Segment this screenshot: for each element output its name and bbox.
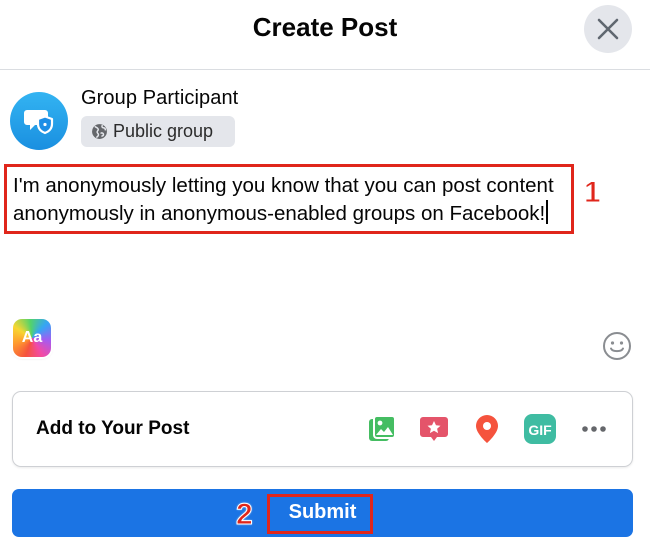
gif-icon: GIF (524, 414, 556, 444)
annotation-highlight-submit (267, 494, 373, 534)
gif-button[interactable]: GIF (523, 412, 557, 446)
add-to-post-panel: Add to Your Post GIF (12, 391, 633, 467)
photo-video-icon (369, 415, 396, 441)
tag-star-button[interactable] (417, 412, 451, 446)
gif-label: GIF (528, 422, 552, 438)
annotation-step-2: 2 (236, 498, 254, 532)
globe-icon (92, 124, 107, 139)
background-style-label: Aa (21, 329, 43, 346)
privacy-label: Public group (113, 121, 214, 141)
tag-star-icon (420, 417, 448, 441)
close-icon (597, 18, 619, 40)
close-button[interactable] (584, 5, 632, 53)
dialog-header: Create Post (0, 0, 650, 70)
location-button[interactable] (470, 412, 504, 446)
annotation-highlight-text (4, 164, 574, 234)
avatar (10, 92, 68, 150)
more-icon (582, 426, 606, 432)
photo-video-button[interactable] (365, 412, 399, 446)
page-title: Create Post (252, 12, 398, 42)
background-style-button[interactable]: Aa (13, 319, 51, 357)
author-name: Group Participant (81, 87, 239, 109)
add-to-post-label: Add to Your Post (36, 418, 190, 439)
location-pin-icon (476, 415, 498, 443)
emoji-icon[interactable] (602, 331, 632, 361)
anonymous-participant-icon (24, 110, 54, 135)
privacy-selector[interactable]: Public group (81, 116, 235, 147)
more-options-button[interactable] (577, 412, 611, 446)
annotation-step-1: 1 (584, 176, 602, 210)
